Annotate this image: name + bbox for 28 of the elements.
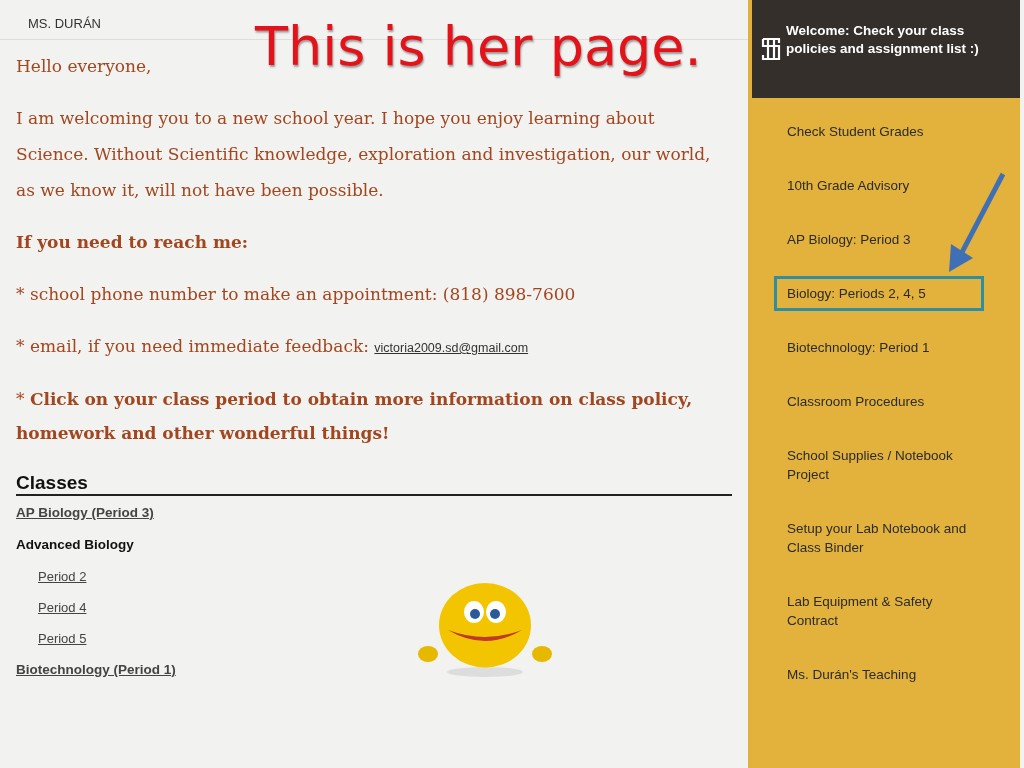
class-link[interactable]: Biotechnology (Period 1) — [16, 662, 176, 677]
sidebar-link[interactable]: Check Student Grades — [774, 114, 984, 149]
welcome-paragraph: I am welcoming you to a new school year. I hope you enjoy learning about Science. Without Scientific knowledge, exploration and investigation, our world, as we know it, will not have been possible. — [16, 107, 712, 202]
site-title: MS. DURÁN — [28, 16, 101, 31]
class-group-label: Advanced Biology — [16, 537, 134, 552]
contact-heading: If you need to reach me: — [16, 231, 250, 254]
period-link[interactable]: Period 4 — [38, 600, 87, 615]
sidebar-link[interactable]: Ms. Durán's Teaching — [774, 657, 984, 692]
sidebar-link[interactable]: Lab Equipment & Safety Contract — [774, 584, 984, 638]
phone-line: * school phone number to make an appointment: (818) 898-7600 — [16, 283, 577, 306]
sidebar-link[interactable]: 10th Grade Advisory — [774, 168, 984, 203]
classes-heading: Classes — [16, 472, 732, 496]
greeting-text: Hello everyone, — [16, 55, 152, 78]
email-link[interactable]: victoria2009.sd@gmail.com — [374, 341, 529, 355]
slide-title: This is her page. — [255, 20, 702, 74]
instruction-text: *Click on your class period to obtain more information on class policy, homework and other wonderful things! — [16, 388, 694, 445]
sidebar-link[interactable]: Setup your Lab Notebook and Class Binder — [774, 511, 984, 565]
class-link[interactable]: AP Biology (Period 3) — [16, 505, 154, 520]
sidebar-header: Welcome: Check your class policies and assignment list :) — [786, 22, 980, 58]
sidebar-link[interactable]: School Supplies / Notebook Project — [774, 438, 984, 492]
period-link[interactable]: Period 2 — [38, 569, 87, 584]
period-link[interactable]: Period 5 — [38, 631, 87, 646]
sidebar-link[interactable]: AP Biology: Period 3 — [774, 222, 984, 257]
sidebar-link[interactable]: Biology: Periods 2, 4, 5 — [774, 276, 984, 311]
sidebar-link[interactable]: Biotechnology: Period 1 — [774, 330, 984, 365]
email-line: * email, if you need immediate feedback: victoria2009.sd@gmail.com — [16, 335, 530, 358]
logo-icon — [760, 36, 782, 62]
sidebar-link[interactable]: Classroom Procedures — [774, 384, 984, 419]
